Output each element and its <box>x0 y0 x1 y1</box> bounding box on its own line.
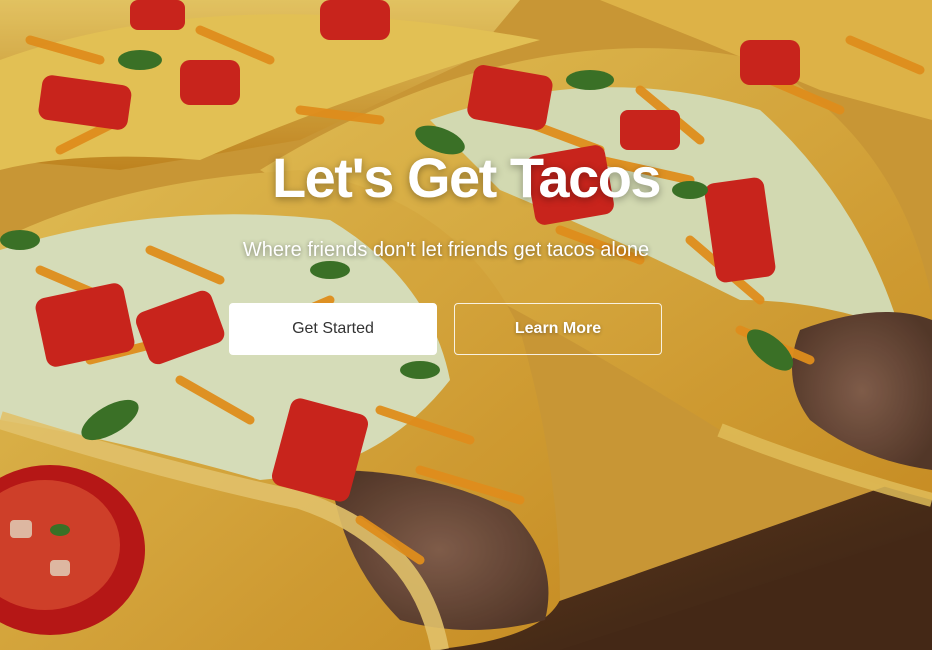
hero-subtitle: Where friends don't let friends get taco… <box>242 239 650 261</box>
hero-content: Let's Get Tacos Where friends don't let … <box>0 0 932 650</box>
learn-more-button[interactable]: Learn More <box>454 303 662 355</box>
hero-section: Let's Get Tacos Where friends don't let … <box>0 0 932 650</box>
page-title: Let's Get Tacos <box>271 146 662 209</box>
get-started-button[interactable]: Get Started <box>229 303 437 355</box>
